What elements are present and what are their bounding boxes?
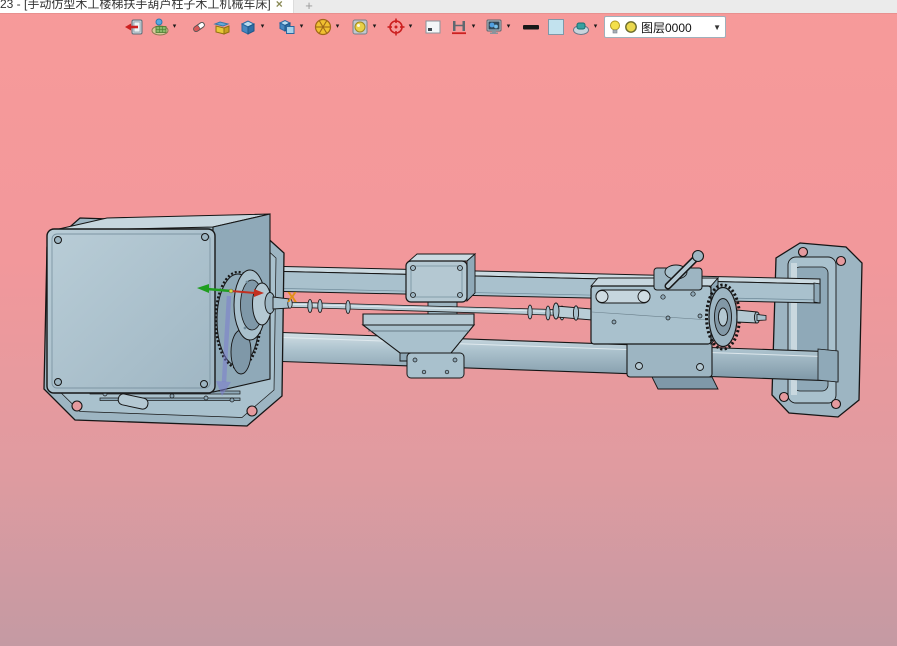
tailstock-spindle[interactable] [736, 309, 767, 324]
isometric-box-button[interactable] [212, 17, 232, 37]
exit-icon [125, 19, 143, 35]
frame-corner-icon [425, 20, 441, 34]
dropdown-arrow-icon[interactable]: ▾ [370, 17, 379, 37]
pick-hand-button[interactable] [571, 17, 591, 37]
line-width-icon [523, 25, 539, 30]
axis-x-label: X [287, 289, 297, 306]
material-icon [151, 18, 169, 36]
dropdown-arrow-icon[interactable]: ▾ [406, 17, 415, 37]
dropdown-arrow-icon[interactable]: ▾ [591, 17, 600, 37]
view-cube-icon [240, 20, 256, 35]
cad-application-window: X 23 - [手动仿型木工楼梯扶手葫芦柱子木工机械车床] × + ▾ ▾ ▾ … [0, 0, 897, 646]
tab-close-icon[interactable]: × [276, 0, 283, 12]
layer-name-label: 图层0000 [641, 20, 692, 35]
material-button[interactable] [150, 17, 170, 37]
layer-color-circle-icon [625, 21, 637, 33]
quick-access-toolbar: ▾ ▾ ▾ ▾ ▾ ▾ ▾ ▾ ▾ 图层0000 ▼ [0, 14, 726, 40]
color-swatch-icon [548, 19, 564, 35]
viewport-3d[interactable]: X [0, 0, 897, 646]
tab-bar: 23 - [手动仿型木工楼梯扶手葫芦柱子木工机械车床] × + [0, 0, 897, 14]
dropdown-arrow-icon[interactable]: ▾ [333, 17, 342, 37]
view-cube-button[interactable] [238, 17, 258, 37]
render-mode-button[interactable] [350, 17, 370, 37]
document-tab-title: 23 - [手动仿型木工楼梯扶手葫芦柱子木工机械车床] [0, 0, 271, 11]
layer-combobox[interactable]: 图层0000 ▼ [604, 16, 726, 38]
dropdown-arrow-icon[interactable]: ▾ [297, 17, 306, 37]
color-swatch-button[interactable] [546, 17, 566, 37]
section-button[interactable] [449, 17, 469, 37]
new-tab-button[interactable]: + [293, 0, 324, 13]
dropdown-arrow-icon[interactable]: ▾ [504, 17, 513, 37]
frame-corner-button[interactable] [423, 17, 443, 37]
document-tab[interactable]: 23 - [手动仿型木工楼梯扶手葫芦柱子木工机械车床] × [0, 0, 293, 13]
line-width-button[interactable] [521, 17, 541, 37]
eraser-button[interactable] [189, 17, 209, 37]
eraser-icon [193, 21, 205, 33]
headstock-front[interactable] [46, 228, 216, 394]
system-monitor-button[interactable] [484, 17, 504, 37]
origin-target-button[interactable] [386, 17, 406, 37]
lower-tube-rail[interactable] [267, 331, 839, 383]
view-wheel-icon [314, 18, 332, 36]
carriage-box[interactable] [405, 253, 477, 303]
view-wheel-button[interactable] [313, 17, 333, 37]
rail-clamp[interactable] [406, 352, 465, 379]
combo-dropdown-icon[interactable]: ▼ [713, 23, 721, 32]
dropdown-arrow-icon[interactable]: ▾ [170, 17, 179, 37]
dropdown-arrow-icon[interactable]: ▾ [469, 17, 478, 37]
pick-hand-icon [573, 22, 589, 35]
dropdown-arrow-icon[interactable]: ▾ [258, 17, 267, 37]
right-mount-plate[interactable] [771, 242, 863, 418]
display-style-button[interactable] [277, 17, 297, 37]
section-icon [452, 21, 466, 35]
light-bulb-icon [610, 20, 620, 33]
origin-target-icon [387, 18, 405, 36]
exit-button[interactable] [124, 17, 144, 37]
upper-rail[interactable] [261, 265, 821, 304]
isometric-box-icon [213, 21, 230, 35]
display-style-icon [278, 19, 295, 34]
system-monitor-icon [486, 19, 502, 34]
render-mode-icon [352, 19, 368, 35]
